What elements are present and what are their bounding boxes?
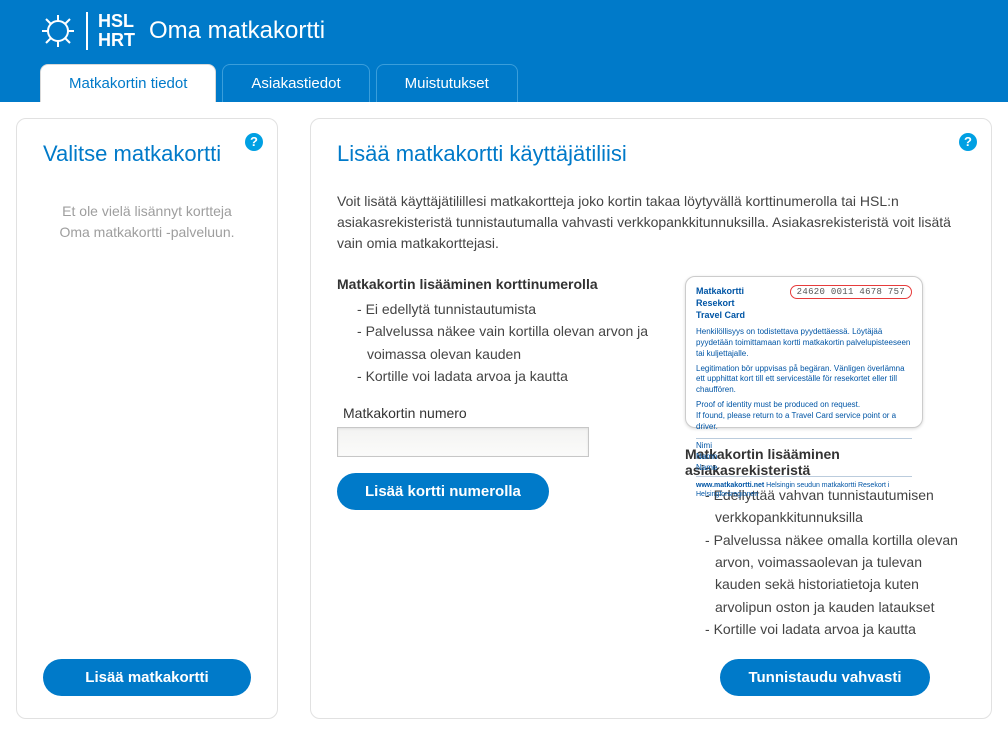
by-number-heading: Matkakortin lisääminen korttinumerolla [337, 276, 657, 292]
add-card-button[interactable]: Lisää matkakortti [43, 659, 251, 696]
tab-card-info[interactable]: Matkakortin tiedot [40, 64, 216, 102]
hsl-logo-icon [40, 13, 76, 49]
app-title: Oma matkakortti [149, 17, 325, 45]
no-cards-message: Et ole vielä lisännyt kortteja Oma matka… [43, 191, 251, 253]
help-icon[interactable]: ? [245, 133, 263, 151]
by-number-bullets: Ei edellytä tunnistautumista Palvelussa … [337, 298, 657, 388]
select-card-title: Valitse matkakortti [43, 141, 251, 167]
sample-card-number: 24620 0011 4678 757 [790, 285, 912, 299]
brand-hsl-hrt: HSL HRT [86, 12, 135, 50]
card-number-label: Matkakortin numero [343, 405, 657, 421]
add-by-number-button[interactable]: Lisää kortti numerolla [337, 473, 549, 510]
tab-reminders[interactable]: Muistutukset [376, 64, 518, 102]
tab-customer-info[interactable]: Asiakastiedot [222, 64, 369, 102]
add-card-title: Lisää matkakortti käyttäjätiliisi [337, 141, 965, 167]
add-card-intro: Voit lisätä käyttäjätilillesi matkakortt… [337, 191, 965, 254]
help-icon[interactable]: ? [959, 133, 977, 151]
by-register-bullets: Edellyttää vahvan tunnistautumisen verkk… [685, 484, 965, 641]
select-card-panel: ? Valitse matkakortti Et ole vielä lisän… [16, 118, 278, 719]
card-number-input[interactable] [337, 427, 589, 457]
add-card-panel: ? Lisää matkakortti käyttäjätiliisi Voit… [310, 118, 992, 719]
travel-card-illustration: Matkakortti Resekort Travel Card 24620 0… [685, 276, 923, 428]
strong-auth-button[interactable]: Tunnistaudu vahvasti [720, 659, 929, 696]
